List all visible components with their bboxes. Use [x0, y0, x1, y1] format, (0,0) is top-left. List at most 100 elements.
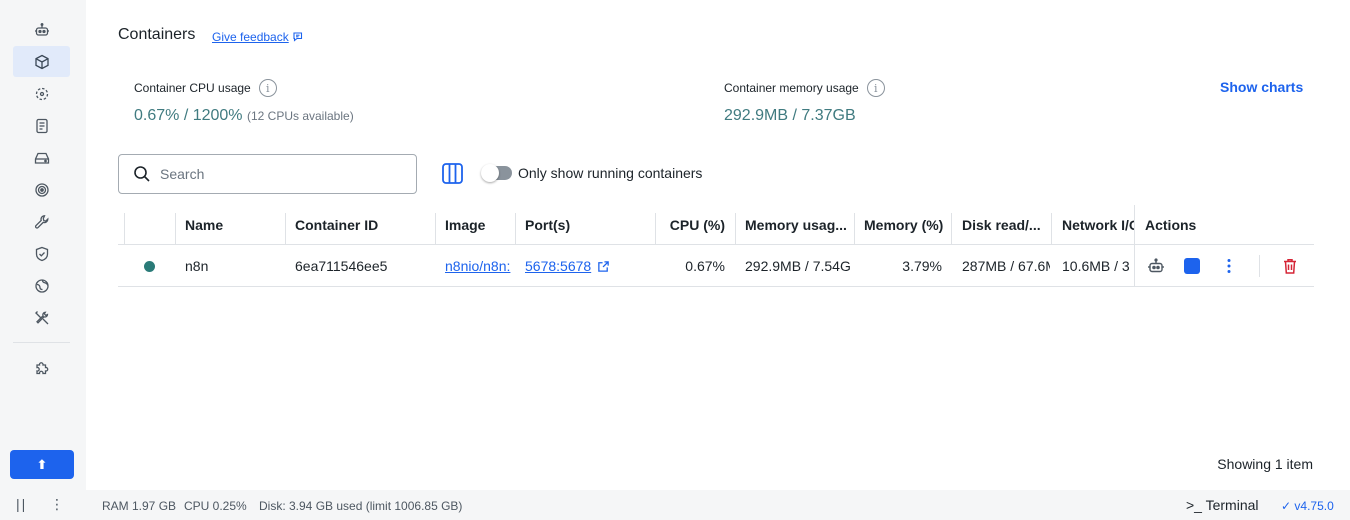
cpu-cell: 0.67% [685, 258, 725, 274]
column-separator [285, 213, 286, 245]
column-separator [735, 213, 736, 245]
disk-cell: 287MB / 67.6M [962, 258, 1050, 274]
cpu-usage: CPU 0.25% [184, 499, 247, 513]
cpu-count: (12 CPUs available) [246, 109, 354, 123]
sidebar-item-extensions[interactable] [13, 352, 70, 383]
feedback-icon [293, 32, 302, 42]
search-input[interactable] [160, 166, 400, 182]
running-only-toggle[interactable] [481, 164, 512, 182]
cube-icon [34, 54, 49, 69]
images-icon [35, 87, 48, 100]
sidebar-item-images[interactable] [13, 78, 70, 109]
column-header-memory-usage[interactable]: Memory usag... [745, 205, 855, 245]
sidebar-item-hub[interactable] [13, 270, 70, 301]
sidebar: ⬆ [0, 0, 86, 490]
columns-icon [442, 163, 463, 184]
image-cell: n8nio/n8n: [445, 246, 515, 286]
sidebar-item-security[interactable] [13, 238, 70, 269]
column-header-memory-pct[interactable]: Memory (%) [864, 205, 946, 245]
delete-button[interactable] [1281, 257, 1299, 275]
version-label: v4.75.0 [1294, 499, 1334, 513]
robot-icon [34, 22, 49, 36]
sidebar-item-dev-environments[interactable] [13, 206, 70, 237]
column-header-network[interactable]: Network I/O [1062, 205, 1134, 245]
info-icon[interactable]: i [258, 79, 277, 97]
kebab-menu-icon[interactable]: ⋮ [50, 496, 64, 513]
column-header-image[interactable]: Image [445, 205, 510, 245]
container-id: 6ea711546ee5 [295, 258, 388, 274]
sidebar-item-builds[interactable] [13, 142, 70, 173]
trash-icon [1284, 259, 1296, 274]
scout-icon [34, 182, 49, 197]
column-separator [124, 213, 125, 245]
ask-gordon-button[interactable] [1147, 257, 1165, 275]
port-link[interactable]: 5678:5678 [525, 258, 591, 274]
sidebar-item-containers[interactable] [13, 46, 70, 77]
column-header-disk[interactable]: Disk read/... [962, 205, 1048, 245]
sidebar-item-models[interactable] [13, 302, 70, 333]
stop-button[interactable] [1184, 258, 1200, 274]
status-running-dot [144, 260, 155, 272]
terminal-icon: >_ [1186, 497, 1202, 513]
cpu-usage-value: 0.67% / 1200% [134, 107, 243, 124]
memory-usage-label: Container memory usage [724, 81, 859, 95]
column-separator [435, 213, 436, 245]
give-feedback-label: Give feedback [212, 30, 289, 44]
memory-usage-label-group: Container memory usage i [724, 79, 885, 97]
column-separator [854, 213, 855, 245]
cpu-usage-value-group: 0.67% / 1200% (12 CPUs available) [134, 107, 354, 125]
image-link[interactable]: n8nio/n8n: [445, 258, 510, 274]
column-header-cpu[interactable]: CPU (%) [665, 205, 725, 245]
volumes-icon [35, 118, 48, 133]
search-icon [134, 166, 150, 182]
wrench-icon [34, 214, 48, 229]
cpu-usage-label: Container CPU usage [134, 81, 251, 95]
column-header-container-id[interactable]: Container ID [295, 205, 430, 245]
sidebar-divider [13, 342, 70, 343]
item-count: Showing 1 item [1217, 456, 1313, 472]
pane-toggle-icon[interactable]: || [16, 496, 27, 512]
external-link-icon[interactable] [597, 260, 610, 273]
shield-icon [35, 246, 48, 261]
memory-usage-cell: 292.9MB / 7.54G [745, 258, 851, 274]
terminal-button[interactable]: >_ Terminal [1186, 497, 1259, 513]
network-cell: 10.6MB / 3 [1062, 258, 1130, 274]
builds-icon [34, 152, 49, 164]
column-header-ports[interactable]: Port(s) [525, 205, 650, 245]
running-only-label: Only show running containers [518, 165, 703, 181]
container-name[interactable]: n8n [185, 246, 280, 286]
kebab-menu-icon [1227, 259, 1231, 273]
update-button[interactable]: ⬆ [10, 450, 74, 479]
search-field[interactable] [118, 154, 417, 194]
actions-column-separator [1134, 205, 1135, 287]
status-cell [144, 246, 158, 286]
actions-divider [1259, 255, 1260, 277]
ports-cell: 5678:5678 [525, 246, 650, 286]
column-separator [951, 213, 952, 245]
column-separator [655, 213, 656, 245]
column-separator [175, 213, 176, 245]
version-badge[interactable]: ✓ v4.75.0 [1281, 499, 1334, 513]
give-feedback-link[interactable]: Give feedback [212, 30, 304, 44]
column-toggle-button[interactable] [441, 162, 464, 185]
globe-icon [34, 278, 49, 293]
column-header-actions: Actions [1145, 217, 1197, 233]
extensions-icon [35, 361, 48, 374]
show-charts-button[interactable]: Show charts [1220, 79, 1303, 95]
column-separator [515, 213, 516, 245]
page-title: Containers [118, 26, 196, 43]
column-separator [1051, 213, 1052, 245]
sidebar-item-ai[interactable] [13, 14, 70, 45]
column-header-name[interactable]: Name [185, 205, 280, 245]
sidebar-item-volumes[interactable] [13, 110, 70, 141]
ram-usage: RAM 1.97 GB [102, 499, 177, 513]
info-icon[interactable]: i [866, 79, 885, 97]
memory-usage-value: 292.9MB / 7.37GB [724, 107, 856, 124]
sidebar-item-scout[interactable] [13, 174, 70, 205]
disk-usage: Disk: 3.94 GB used (limit 1006.85 GB) [259, 499, 463, 513]
cpu-usage-label-group: Container CPU usage i [134, 79, 277, 97]
memory-pct-cell: 3.79% [902, 258, 942, 274]
toggle-knob [481, 164, 499, 182]
more-options-button[interactable] [1220, 257, 1238, 275]
robot-icon [1148, 258, 1164, 273]
